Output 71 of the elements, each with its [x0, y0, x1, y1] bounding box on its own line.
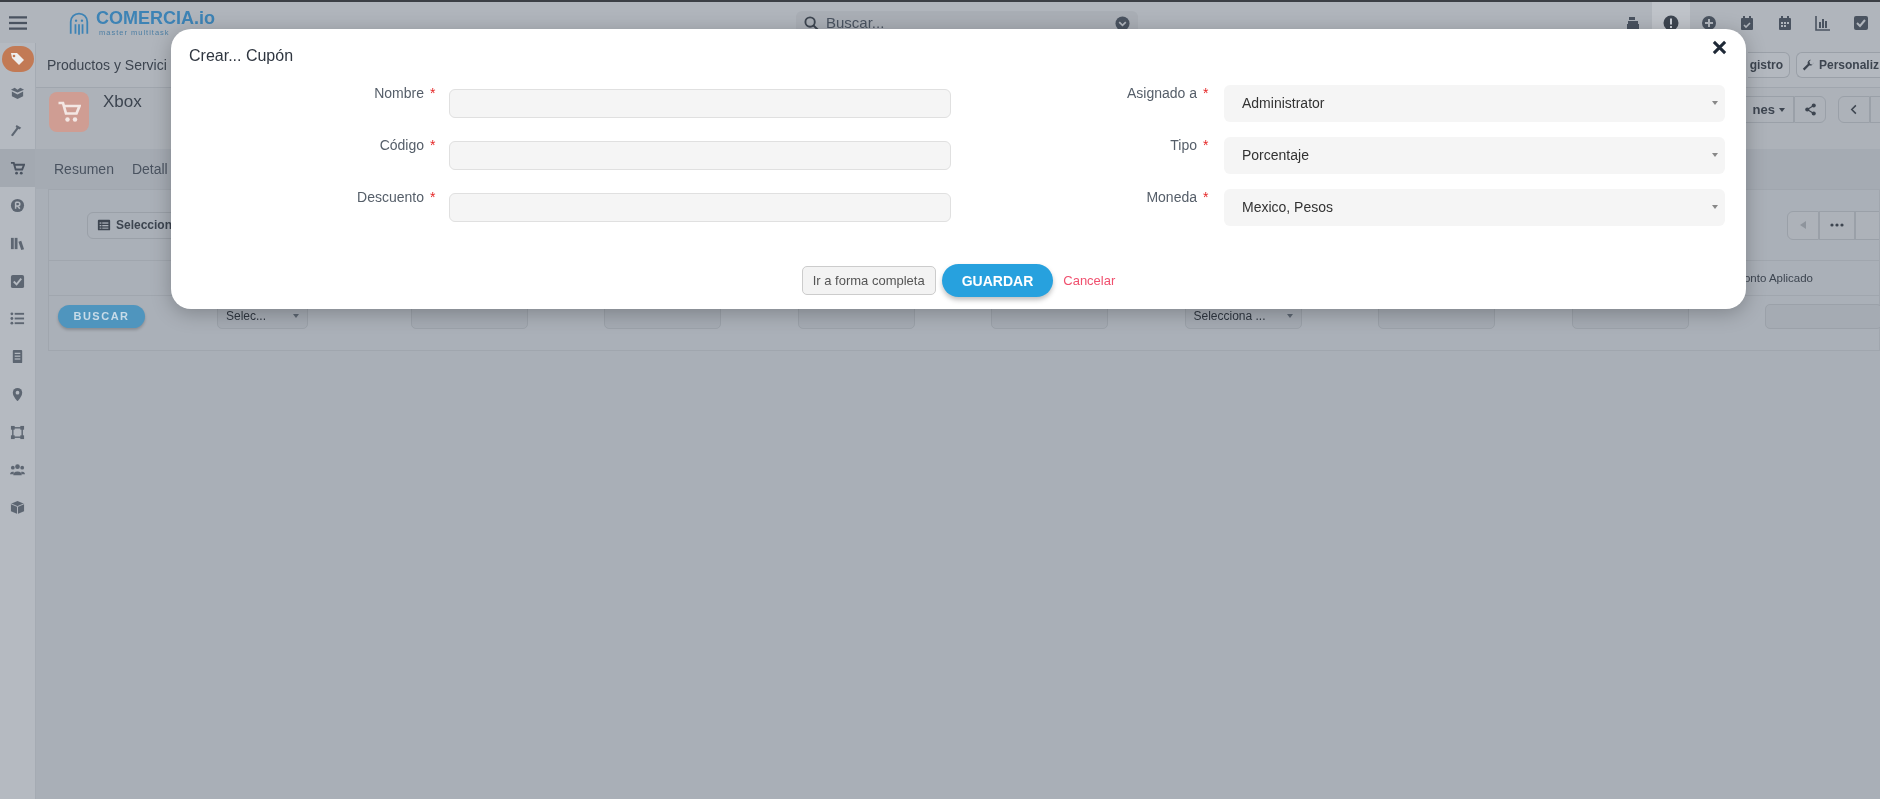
checkbox-icon [1853, 14, 1869, 31]
share-button[interactable] [1794, 96, 1826, 123]
caret-icon [1712, 101, 1718, 105]
actions-dropdown[interactable]: nes [1744, 96, 1794, 123]
boxes-icon [10, 85, 25, 101]
wrench-icon [1802, 58, 1815, 72]
caret-icon [1779, 107, 1785, 112]
cube-icon [10, 499, 25, 515]
share-icon [1803, 103, 1817, 116]
map-pin-icon [10, 386, 25, 402]
select-field[interactable]: Porcentaje [1224, 136, 1725, 174]
text-input[interactable] [449, 140, 951, 170]
calendar-icon [1777, 14, 1793, 31]
register-button[interactable]: gistro [1747, 52, 1790, 78]
vector-square-icon [10, 424, 25, 440]
sidebar-item[interactable] [0, 149, 35, 188]
required-marker: * [430, 189, 437, 205]
dialog-title: Crear... Cupón [189, 46, 294, 65]
users-icon [10, 462, 25, 478]
tab[interactable]: Resumen [54, 161, 114, 177]
table-list-icon [97, 218, 111, 232]
close-button[interactable] [1710, 38, 1729, 57]
full-form-button[interactable]: Ir a forma completa [801, 266, 936, 295]
save-button[interactable]: GUARDAR [941, 264, 1054, 297]
building-icon [10, 349, 25, 365]
field-label: Asignado a [1126, 85, 1197, 101]
tags-icon [8, 50, 27, 67]
caret-icon [1712, 153, 1718, 157]
select-field[interactable]: Mexico, Pesos [1224, 188, 1725, 226]
caret-icon [1712, 205, 1718, 209]
alert-icon [1663, 14, 1679, 31]
letter-r-circle-icon [10, 198, 25, 214]
checkbox-icon [10, 273, 25, 289]
field-label: Moneda [1146, 189, 1197, 205]
tab[interactable]: Detall [131, 161, 168, 177]
caret-left-icon [1800, 221, 1806, 229]
logo-text: COMERCIA.io [96, 8, 215, 28]
list-icon [10, 311, 25, 327]
required-marker: * [430, 137, 437, 153]
chevron-circle-icon [1115, 15, 1130, 31]
cart-icon [10, 160, 25, 176]
record-title: Xbox [103, 92, 142, 112]
cancel-link[interactable]: Cancelar [1063, 273, 1116, 288]
required-marker: * [1203, 189, 1210, 205]
bar-chart-icon [1815, 14, 1831, 31]
module-title: Productos y Servici [47, 57, 167, 73]
caret-icon [293, 314, 299, 318]
calendar-check-icon [1739, 14, 1755, 31]
menu-icon [9, 13, 27, 32]
previous-button[interactable] [1838, 96, 1870, 123]
cash-register-icon [1625, 14, 1641, 31]
books-icon [10, 236, 25, 252]
plus-circle-icon [1701, 14, 1717, 31]
text-input[interactable] [449, 88, 951, 118]
field-label: Nombre [374, 85, 424, 101]
caret-icon [1286, 314, 1293, 318]
field-label: Tipo [1170, 137, 1197, 153]
more-icon [1830, 223, 1844, 227]
select-field[interactable]: Administrator [1224, 84, 1725, 122]
search-icon [804, 15, 819, 31]
module-badge[interactable] [1, 45, 34, 72]
field-label: Descuento [357, 189, 424, 205]
customize-button[interactable]: Personaliz [1796, 52, 1880, 78]
required-marker: * [430, 85, 437, 101]
text-input[interactable] [449, 192, 951, 222]
close-icon [1712, 40, 1727, 55]
required-marker: * [1203, 137, 1210, 153]
more-button[interactable] [1819, 210, 1855, 240]
cart-icon [57, 100, 81, 124]
field-label: Código [379, 137, 424, 153]
required-marker: * [1203, 85, 1210, 101]
